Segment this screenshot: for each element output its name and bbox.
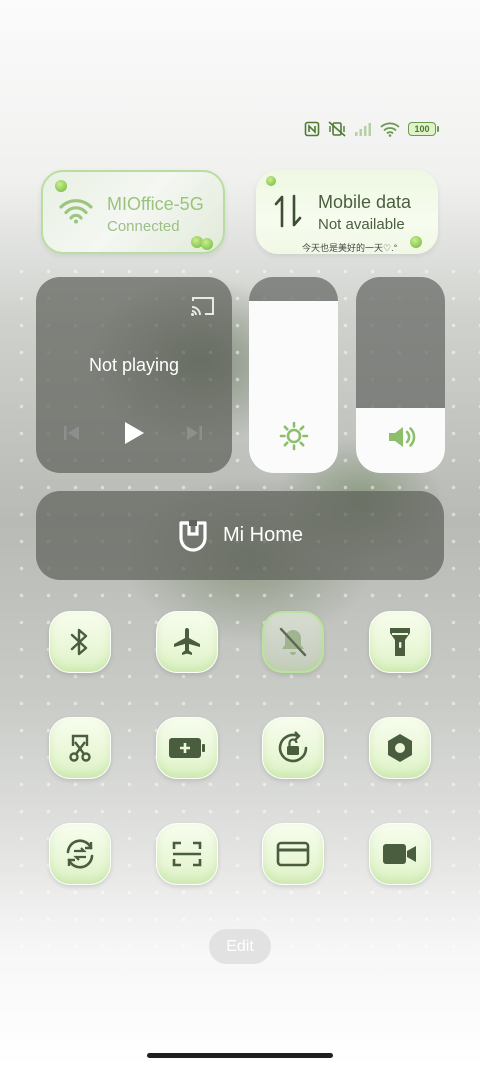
next-icon[interactable] bbox=[184, 423, 204, 443]
mi-home-label: Mi Home bbox=[222, 524, 303, 546]
nfc-icon bbox=[304, 121, 320, 137]
battery-plus-icon bbox=[169, 738, 205, 758]
settings-toggle[interactable] bbox=[369, 717, 431, 779]
previous-icon[interactable] bbox=[62, 423, 82, 443]
status-bar: 100 bbox=[304, 119, 439, 139]
apple-sticker bbox=[266, 176, 276, 186]
bell-off-icon bbox=[279, 627, 307, 657]
data-arrows-icon bbox=[274, 194, 302, 228]
mobile-data-card[interactable]: Mobile data Not available 今天也是美好的一天♡.° bbox=[256, 170, 438, 254]
screen-recorder-toggle[interactable] bbox=[369, 823, 431, 885]
bluetooth-icon bbox=[70, 628, 88, 656]
sync-icon bbox=[66, 839, 94, 869]
clover-sticker bbox=[55, 180, 67, 192]
wifi-icon bbox=[59, 199, 93, 224]
rotation-lock-icon bbox=[278, 731, 308, 763]
airplane-mode-toggle[interactable] bbox=[156, 611, 218, 673]
cast-icon[interactable] bbox=[190, 295, 216, 317]
signal-icon bbox=[355, 123, 371, 136]
scissors-icon bbox=[69, 734, 91, 762]
card-toggle[interactable] bbox=[262, 823, 324, 885]
mobile-data-title: Mobile data bbox=[318, 192, 412, 212]
bluetooth-toggle[interactable] bbox=[49, 611, 111, 673]
video-icon bbox=[383, 844, 416, 864]
flashlight-toggle[interactable] bbox=[369, 611, 431, 673]
sync-toggle[interactable] bbox=[49, 823, 111, 885]
vibrate-silent-icon bbox=[328, 121, 346, 137]
airplane-icon bbox=[174, 628, 200, 655]
card-icon bbox=[276, 841, 310, 867]
mobile-data-caption: 今天也是美好的一天♡.° bbox=[302, 243, 398, 253]
wifi-icon bbox=[380, 122, 400, 137]
scanner-toggle[interactable] bbox=[156, 823, 218, 885]
battery-indicator: 100 bbox=[408, 122, 439, 136]
speaker-icon bbox=[388, 427, 415, 447]
wifi-card[interactable]: MIOffice-5G Connected bbox=[41, 170, 225, 254]
play-icon[interactable] bbox=[122, 420, 146, 446]
flashlight-icon bbox=[390, 628, 410, 656]
rotation-lock-toggle[interactable] bbox=[262, 717, 324, 779]
wifi-network-name: MIOffice-5G bbox=[107, 194, 204, 214]
home-indicator[interactable] bbox=[147, 1053, 333, 1058]
edit-button[interactable]: Edit bbox=[209, 929, 271, 964]
screenshot-toggle[interactable] bbox=[49, 717, 111, 779]
mobile-data-status: Not available bbox=[318, 216, 405, 233]
scan-icon bbox=[172, 841, 202, 867]
volume-slider[interactable] bbox=[356, 277, 445, 473]
apple-sticker bbox=[410, 236, 422, 248]
silent-mode-toggle[interactable] bbox=[262, 611, 324, 673]
apple-sticker bbox=[201, 238, 213, 250]
mi-home-button[interactable]: Mi Home bbox=[36, 491, 444, 580]
media-title: Not playing bbox=[88, 355, 180, 375]
battery-saver-toggle[interactable] bbox=[156, 717, 218, 779]
mi-home-icon bbox=[179, 519, 207, 552]
brightness-slider[interactable] bbox=[249, 277, 338, 473]
hexagon-icon bbox=[388, 734, 412, 762]
wifi-status: Connected bbox=[107, 218, 180, 235]
media-player[interactable]: Not playing bbox=[36, 277, 232, 473]
sun-icon bbox=[279, 421, 308, 451]
